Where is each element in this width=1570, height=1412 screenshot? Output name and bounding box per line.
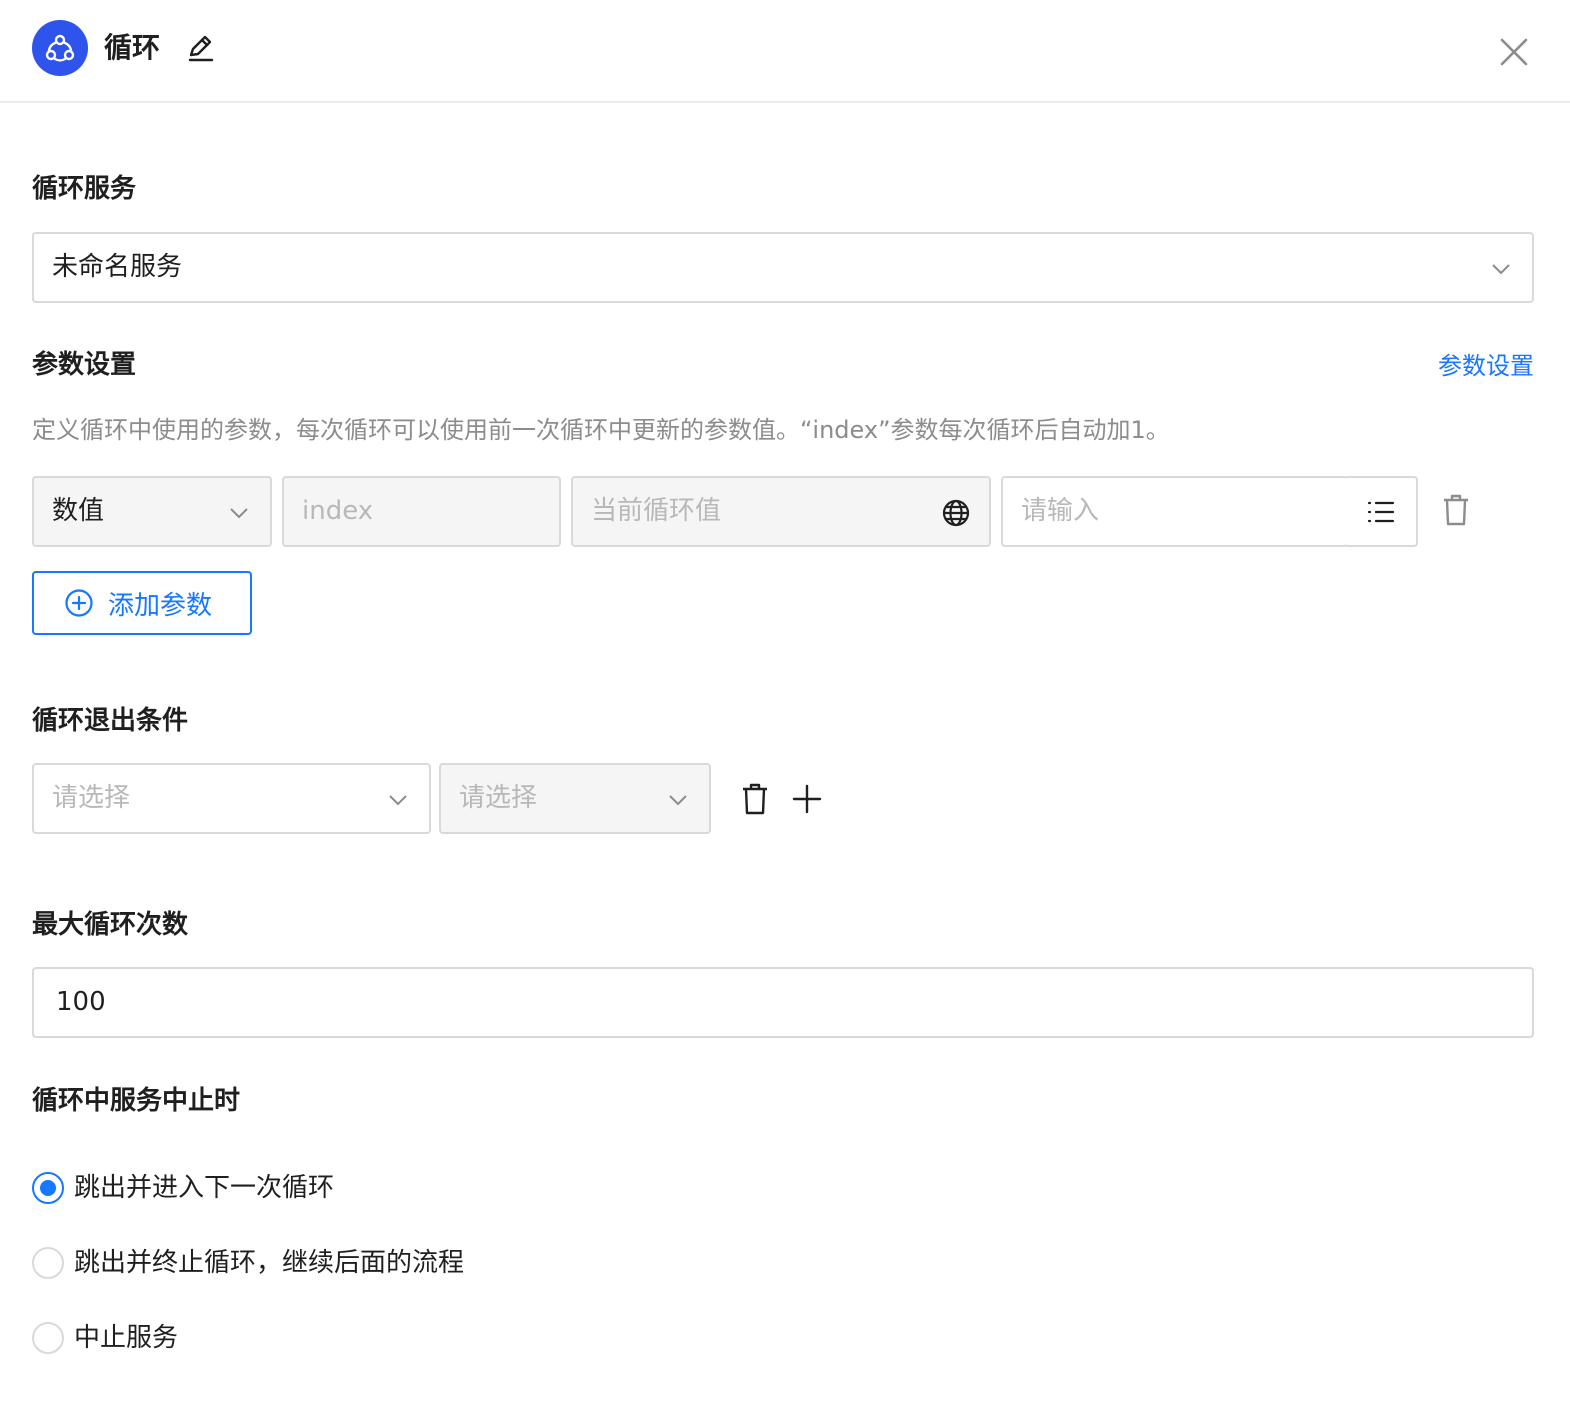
param-name-input: index xyxy=(282,476,561,547)
radio-option-abort-service[interactable]: 中止服务 xyxy=(32,1321,178,1355)
loop-service-value: 未命名服务 xyxy=(52,252,183,282)
exit-condition-label: 循环退出条件 xyxy=(32,706,189,736)
trash-icon xyxy=(743,783,767,815)
max-loops-label: 最大循环次数 xyxy=(32,910,189,940)
list-icon xyxy=(1367,501,1395,522)
param-type-select[interactable]: 数值 xyxy=(32,476,272,547)
panel-header: 循环 xyxy=(0,0,1570,103)
radio-option-stop-loop-continue[interactable]: 跳出并终止循环，继续后面的流程 xyxy=(32,1246,464,1280)
trash-icon xyxy=(1444,494,1468,526)
param-value-text: 当前循环值 xyxy=(591,496,722,526)
param-value-input: 当前循环值 xyxy=(571,476,991,547)
loop-service-select[interactable]: 未命名服务 xyxy=(32,232,1534,303)
radio-option-next-loop[interactable]: 跳出并进入下一次循环 xyxy=(32,1171,334,1205)
param-type-value: 数值 xyxy=(52,496,105,526)
close-icon[interactable] xyxy=(1496,34,1532,70)
exit-condition-select-2[interactable]: 请选择 xyxy=(439,763,711,834)
radio-option-label: 中止服务 xyxy=(74,1323,179,1353)
params-settings-link[interactable]: 参数设置 xyxy=(1438,350,1534,382)
param-list-button[interactable] xyxy=(1346,476,1418,547)
globe-icon[interactable] xyxy=(941,498,971,528)
chevron-down-icon xyxy=(389,795,407,806)
add-condition-button[interactable] xyxy=(789,781,825,817)
pencil-icon[interactable] xyxy=(184,32,216,64)
loop-nodes-icon xyxy=(32,20,88,76)
panel-title: 循环 xyxy=(104,31,161,64)
delete-condition-button[interactable] xyxy=(737,781,773,817)
radio-button[interactable] xyxy=(32,1322,64,1354)
radio-option-label: 跳出并终止循环，继续后面的流程 xyxy=(74,1248,465,1278)
on-abort-label: 循环中服务中止时 xyxy=(32,1086,241,1116)
params-label: 参数设置 xyxy=(32,350,137,380)
exit-condition-select-1[interactable]: 请选择 xyxy=(32,763,431,834)
chevron-down-icon xyxy=(1492,264,1510,275)
add-param-button[interactable]: 添加参数 xyxy=(32,571,252,635)
max-loops-input[interactable]: 100 xyxy=(32,967,1534,1038)
add-param-label: 添加参数 xyxy=(108,590,213,621)
exit-condition-select-1-placeholder: 请选择 xyxy=(52,783,131,813)
radio-option-label: 跳出并进入下一次循环 xyxy=(74,1173,335,1203)
plus-icon xyxy=(792,784,822,814)
loop-service-label: 循环服务 xyxy=(32,174,137,204)
exit-condition-select-2-placeholder: 请选择 xyxy=(459,783,538,813)
plus-circle-icon xyxy=(65,589,93,617)
chevron-down-icon xyxy=(230,508,248,519)
delete-param-button[interactable] xyxy=(1438,492,1474,528)
radio-button[interactable] xyxy=(32,1247,64,1279)
radio-button[interactable] xyxy=(32,1172,64,1204)
param-expression-input[interactable]: 请输入 xyxy=(1001,476,1348,547)
chevron-down-icon xyxy=(669,795,687,806)
params-description: 定义循环中使用的参数，每次循环可以使用前一次循环中更新的参数值。“index”参… xyxy=(32,416,1170,444)
